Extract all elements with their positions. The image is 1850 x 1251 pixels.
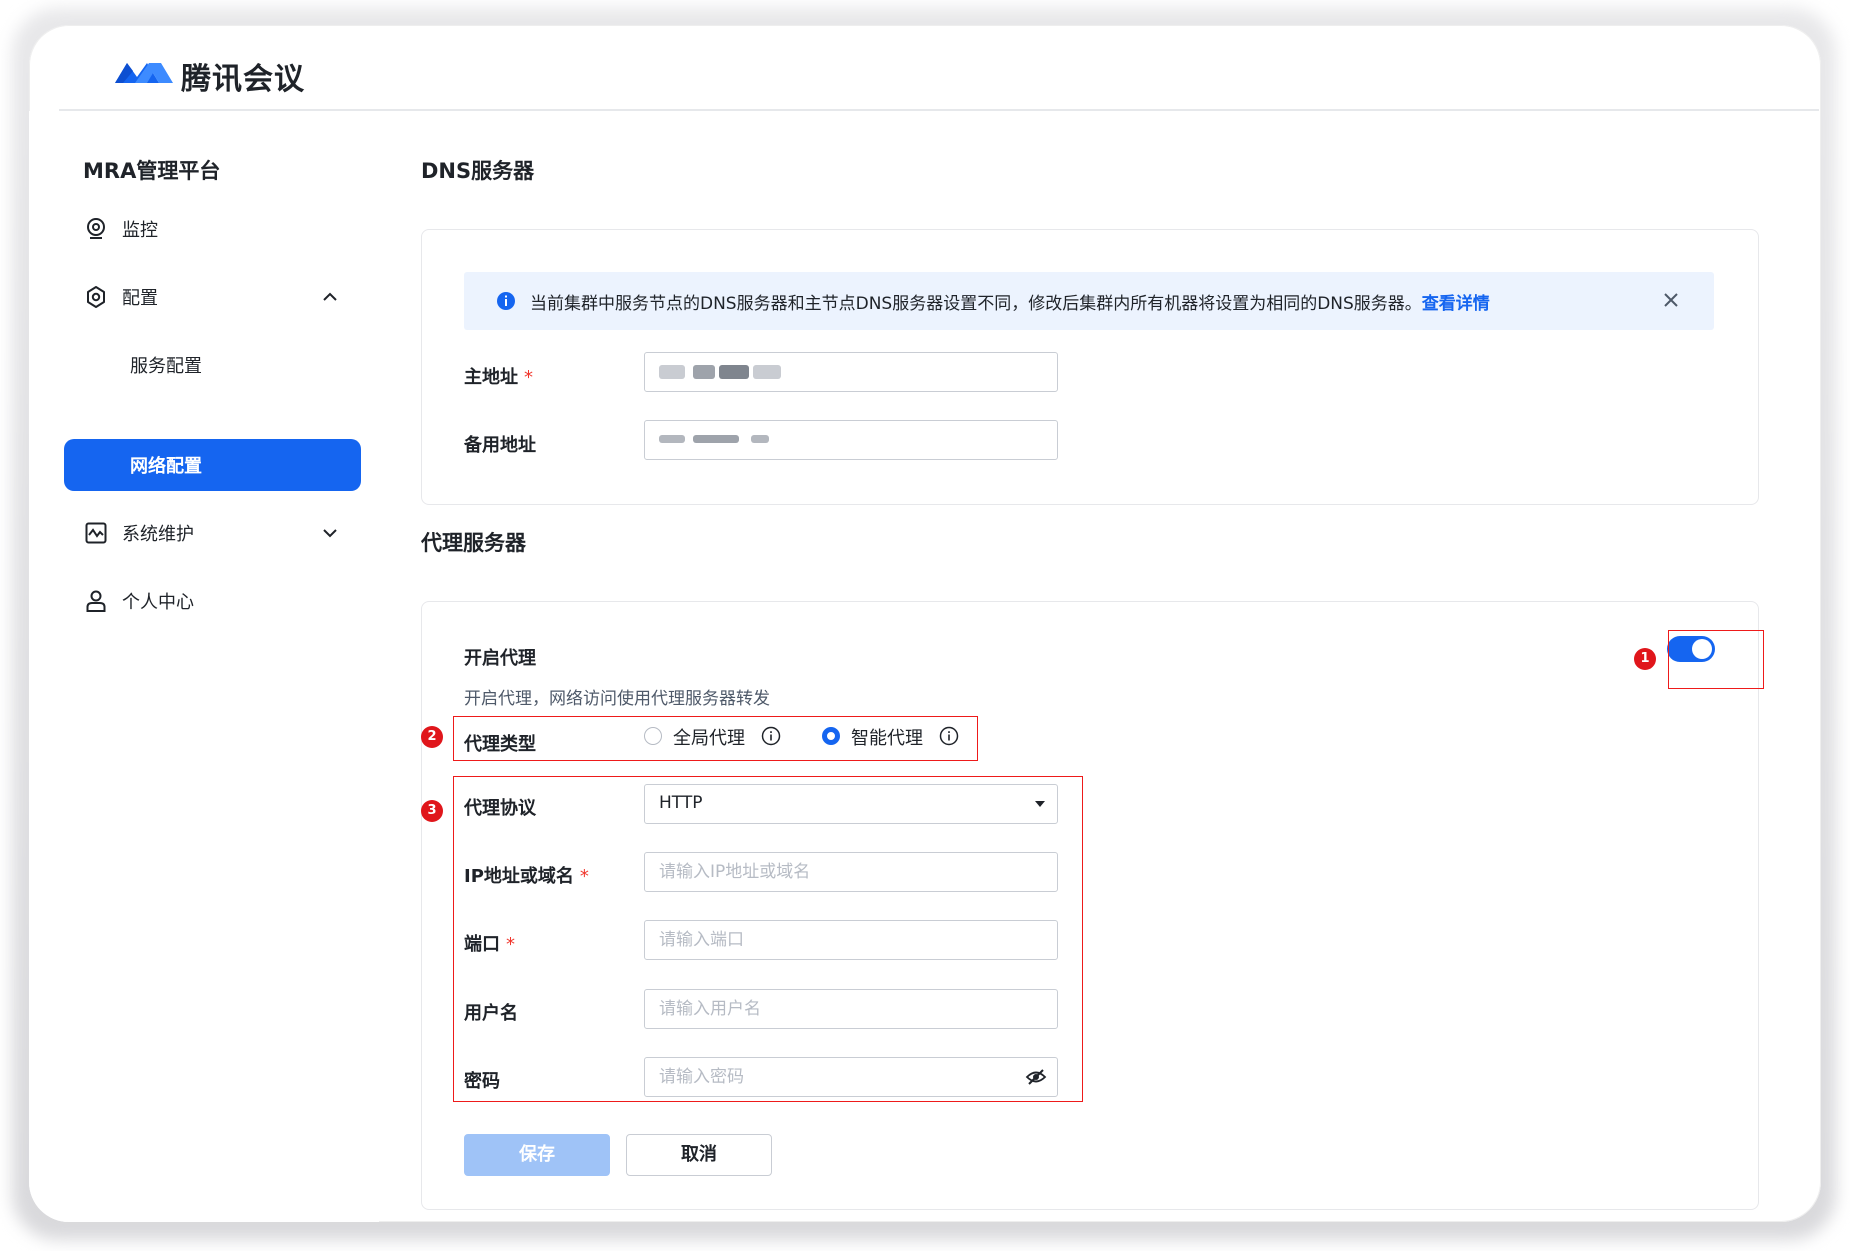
dns-banner-text: 当前集群中服务节点的DNS服务器和主节点DNS服务器设置不同，修改后集群内所有机… xyxy=(530,289,1490,314)
proxy-section-title: 代理服务器 xyxy=(421,531,526,555)
info-icon xyxy=(497,292,515,310)
settings-icon xyxy=(87,286,105,308)
dns-card: 当前集群中服务节点的DNS服务器和主节点DNS服务器设置不同，修改后集群内所有机… xyxy=(421,229,1759,505)
annotation-number: 1 xyxy=(1634,648,1656,670)
cancel-button[interactable]: 取消 xyxy=(626,1134,772,1176)
annotation-box-proxy-type xyxy=(453,716,978,761)
sidebar-item-label: 监控 xyxy=(122,220,158,241)
redacted-value xyxy=(659,435,685,443)
sidebar-item-profile[interactable]: 个人中心 xyxy=(64,575,361,627)
maintenance-icon xyxy=(85,522,107,544)
redacted-value xyxy=(693,365,715,379)
top-header: 腾讯会议 xyxy=(59,25,1819,111)
redacted-value xyxy=(659,365,685,379)
enable-proxy-label: 开启代理 xyxy=(464,648,536,669)
primary-dns-input[interactable] xyxy=(644,352,1058,392)
primary-dns-label-text: 主地址 xyxy=(464,367,518,388)
sidebar: MRA管理平台 监控 配置 服务配置 网络配置 系统维护 个人中心 xyxy=(29,111,379,1222)
sidebar-item-network-config[interactable]: 网络配置 xyxy=(64,439,361,491)
redacted-value xyxy=(693,435,739,443)
close-icon[interactable] xyxy=(1660,289,1682,311)
chevron-up-icon xyxy=(323,292,337,301)
secondary-dns-label: 备用地址 xyxy=(464,435,536,456)
chevron-down-icon xyxy=(323,529,337,538)
sidebar-item-monitor[interactable]: 监控 xyxy=(64,203,361,255)
screenshot-stage: 腾讯会议 MRA管理平台 监控 配置 服务配置 网络配置 系统维护 个人中心 D… xyxy=(0,0,1850,1251)
save-button[interactable]: 保存 xyxy=(464,1134,610,1176)
monitor-icon xyxy=(87,218,105,239)
dns-info-banner: 当前集群中服务节点的DNS服务器和主节点DNS服务器设置不同，修改后集群内所有机… xyxy=(464,272,1714,330)
annotation-box-proxy-fields xyxy=(453,776,1083,1102)
enable-proxy-desc: 开启代理，网络访问使用代理服务器转发 xyxy=(464,689,770,709)
user-icon xyxy=(86,590,106,612)
main-content: DNS服务器 当前集群中服务节点的DNS服务器和主节点DNS服务器设置不同，修改… xyxy=(379,111,1821,1222)
sidebar-item-label: 服务配置 xyxy=(130,356,202,377)
annotation-box-toggle xyxy=(1668,630,1764,689)
annotation-number: 3 xyxy=(421,800,443,822)
view-details-link[interactable]: 查看详情 xyxy=(1422,294,1490,314)
sidebar-item-label: 配置 xyxy=(122,288,158,309)
dns-section-title: DNS服务器 xyxy=(421,159,535,183)
sidebar-item-service-config[interactable]: 服务配置 xyxy=(64,339,361,391)
banner-message: 当前集群中服务节点的DNS服务器和主节点DNS服务器设置不同，修改后集群内所有机… xyxy=(530,294,1422,314)
app-window: 腾讯会议 MRA管理平台 监控 配置 服务配置 网络配置 系统维护 个人中心 D… xyxy=(29,25,1821,1222)
sidebar-item-label: 系统维护 xyxy=(122,524,194,545)
sidebar-item-config[interactable]: 配置 xyxy=(64,271,361,323)
brand-name: 腾讯会议 xyxy=(181,62,305,97)
platform-title: MRA管理平台 xyxy=(83,159,221,183)
redacted-value xyxy=(753,365,781,379)
sidebar-item-label: 网络配置 xyxy=(130,456,202,477)
required-mark: * xyxy=(524,367,533,388)
tencent-meeting-logo-icon xyxy=(115,63,173,83)
redacted-value xyxy=(719,365,749,379)
primary-dns-label: 主地址 * xyxy=(464,363,533,389)
redacted-value xyxy=(751,435,769,443)
secondary-dns-input[interactable] xyxy=(644,420,1058,460)
sidebar-item-maintenance[interactable]: 系统维护 xyxy=(64,507,361,559)
annotation-number: 2 xyxy=(421,726,443,748)
sidebar-item-label: 个人中心 xyxy=(122,592,194,613)
